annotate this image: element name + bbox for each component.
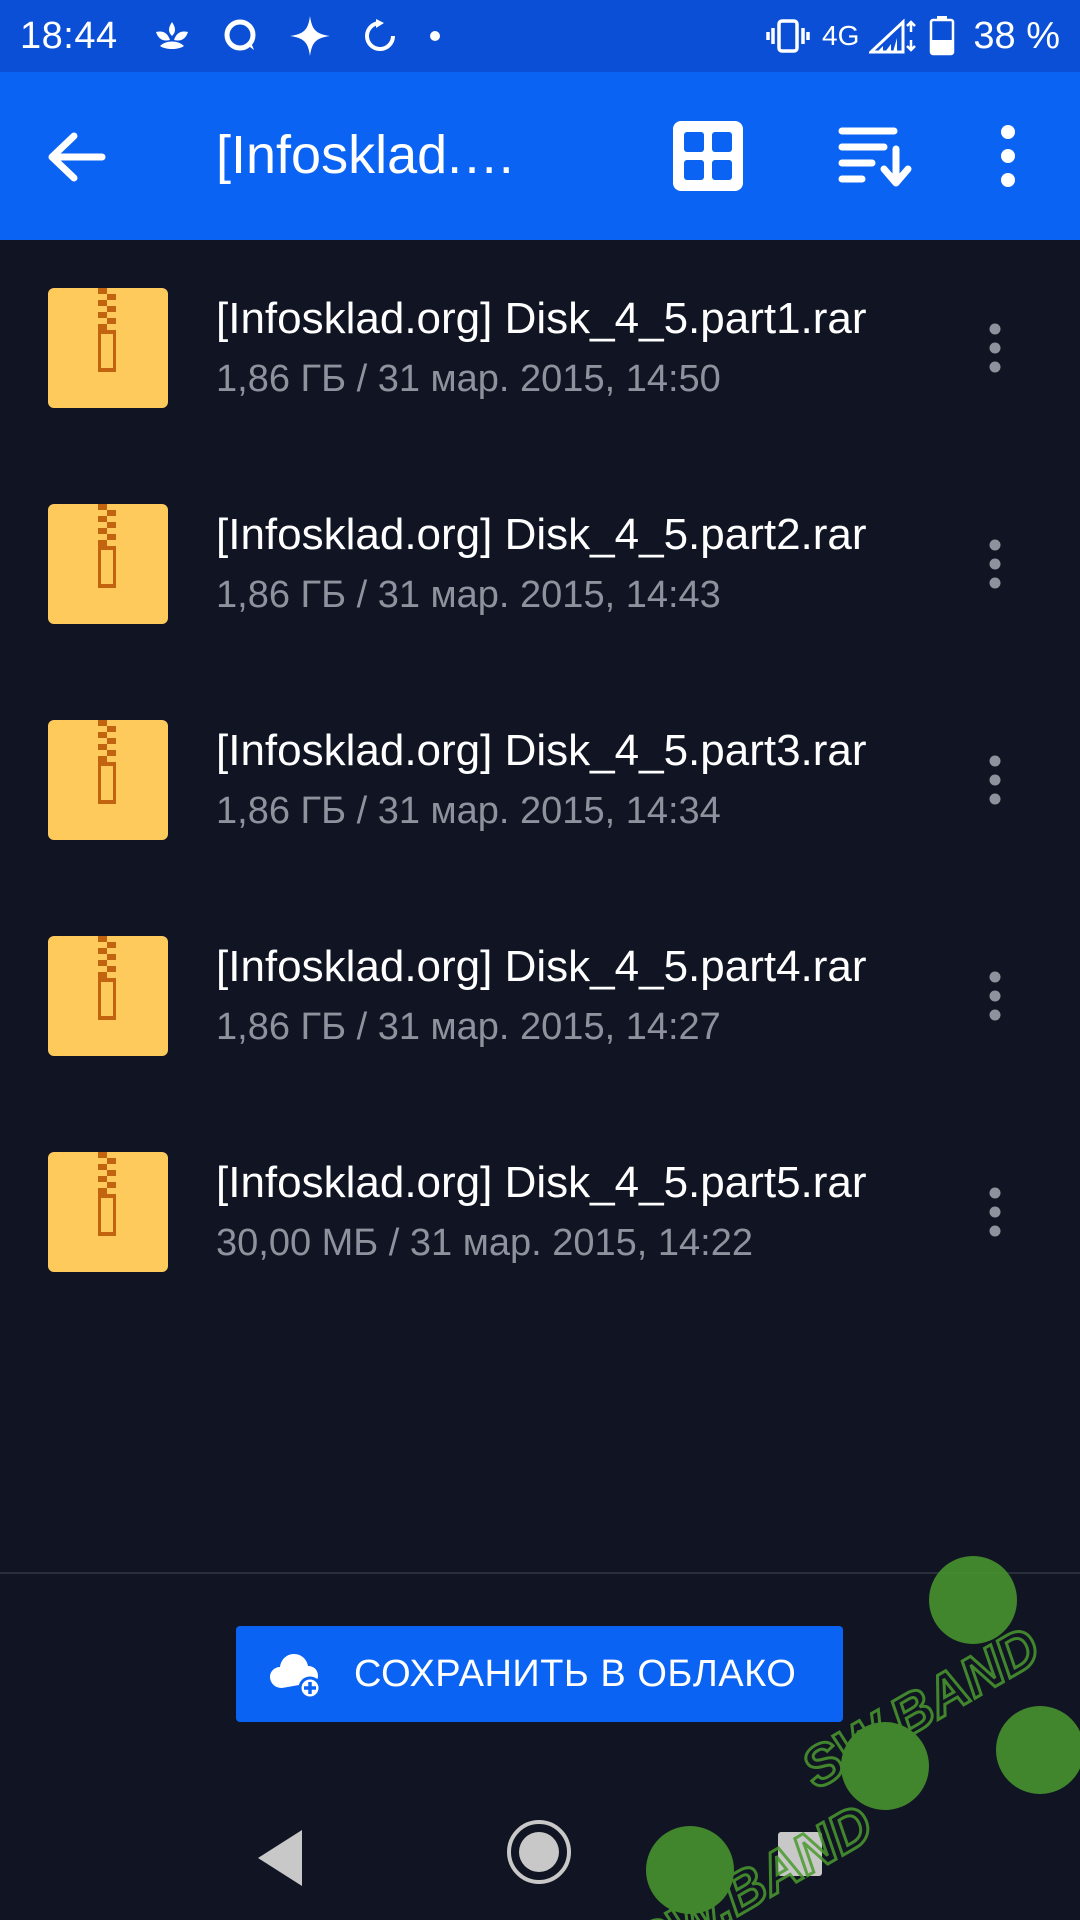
save-to-cloud-button[interactable]: СОХРАНИТЬ В ОБЛАКО [236, 1626, 843, 1722]
file-more-button[interactable] [975, 958, 1015, 1034]
system-nav-bar [0, 1800, 1080, 1920]
file-meta: 1,86 ГБ / 31 мар. 2015, 14:34 [216, 790, 721, 832]
file-row[interactable]: [Infosklad.org] Disk_4_5.part2.rar 1,86 … [0, 456, 1080, 672]
page-title: [Infosklad.… [216, 125, 517, 185]
signal-icon [869, 18, 917, 54]
archive-zip-icon [48, 288, 168, 408]
zipper-icon [98, 1152, 116, 1236]
sync-notification-icon [364, 19, 395, 51]
divider [0, 1572, 1080, 1574]
file-meta: 1,86 ГБ / 31 мар. 2015, 14:43 [216, 574, 721, 616]
battery-percent: 38 % [973, 14, 1060, 57]
file-name: [Infosklad.org] Disk_4_5.part4.rar [216, 942, 867, 991]
file-row[interactable]: [Infosklad.org] Disk_4_5.part3.rar 1,86 … [0, 672, 1080, 888]
file-name: [Infosklad.org] Disk_4_5.part2.rar [216, 510, 867, 559]
file-name: [Infosklad.org] Disk_4_5.part5.rar [216, 1158, 867, 1207]
file-row[interactable]: [Infosklad.org] Disk_4_5.part4.rar 1,86 … [0, 888, 1080, 1104]
chat-notification-icon [224, 19, 256, 51]
sort-icon [838, 127, 912, 187]
more-vert-icon [1001, 125, 1015, 187]
sort-button[interactable] [836, 116, 916, 196]
zipper-icon [98, 504, 116, 588]
file-more-button[interactable] [975, 526, 1015, 602]
file-more-button[interactable] [975, 310, 1015, 386]
status-bar: 18:44 4G 38 % [0, 0, 1080, 72]
app-bar: [Infosklad.… [0, 72, 1080, 240]
save-to-cloud-label: СОХРАНИТЬ В ОБЛАКО [354, 1652, 797, 1695]
vibrate-icon [766, 19, 810, 53]
file-name: [Infosklad.org] Disk_4_5.part3.rar [216, 726, 867, 775]
archive-zip-icon [48, 1152, 168, 1272]
grid-view-button[interactable] [668, 116, 748, 196]
more-vert-icon [989, 755, 1001, 805]
file-meta: 1,86 ГБ / 31 мар. 2015, 14:50 [216, 358, 721, 400]
sparkle-notification-icon [289, 16, 330, 56]
archive-zip-icon [48, 936, 168, 1056]
archive-zip-icon [48, 720, 168, 840]
nav-recents-icon[interactable] [776, 1830, 824, 1878]
file-more-button[interactable] [975, 1174, 1015, 1250]
dot-notification-icon [429, 31, 440, 41]
zipper-icon [98, 720, 116, 804]
zipper-icon [98, 936, 116, 1020]
zipper-icon [98, 288, 116, 372]
file-row[interactable]: [Infosklad.org] Disk_4_5.part5.rar 30,00… [0, 1104, 1080, 1320]
file-meta: 30,00 МБ / 31 мар. 2015, 14:22 [216, 1222, 753, 1264]
file-row[interactable]: [Infosklad.org] Disk_4_5.part1.rar 1,86 … [0, 240, 1080, 456]
more-vert-icon [989, 971, 1001, 1021]
grid-view-icon [673, 121, 743, 191]
network-type: 4G [822, 20, 860, 51]
file-list: [Infosklad.org] Disk_4_5.part1.rar 1,86 … [0, 240, 1080, 1320]
nav-back-icon[interactable] [252, 1826, 312, 1890]
file-meta: 1,86 ГБ / 31 мар. 2015, 14:27 [216, 1006, 721, 1048]
nav-home-icon[interactable] [505, 1818, 573, 1886]
battery-icon [930, 16, 955, 56]
more-vert-icon [989, 539, 1001, 589]
status-right: 4G 38 % [764, 15, 1060, 58]
back-button[interactable] [36, 122, 116, 192]
overflow-menu-button[interactable] [980, 116, 1036, 196]
file-name: [Infosklad.org] Disk_4_5.part1.rar [216, 294, 867, 343]
flower-notification-icon [155, 22, 188, 49]
notification-icons [152, 14, 442, 58]
arrow-left-icon [48, 132, 106, 182]
more-vert-icon [989, 1187, 1001, 1237]
archive-zip-icon [48, 504, 168, 624]
more-vert-icon [989, 323, 1001, 373]
status-time: 18:44 [20, 14, 118, 57]
cloud-upload-icon [270, 1654, 322, 1698]
file-more-button[interactable] [975, 742, 1015, 818]
